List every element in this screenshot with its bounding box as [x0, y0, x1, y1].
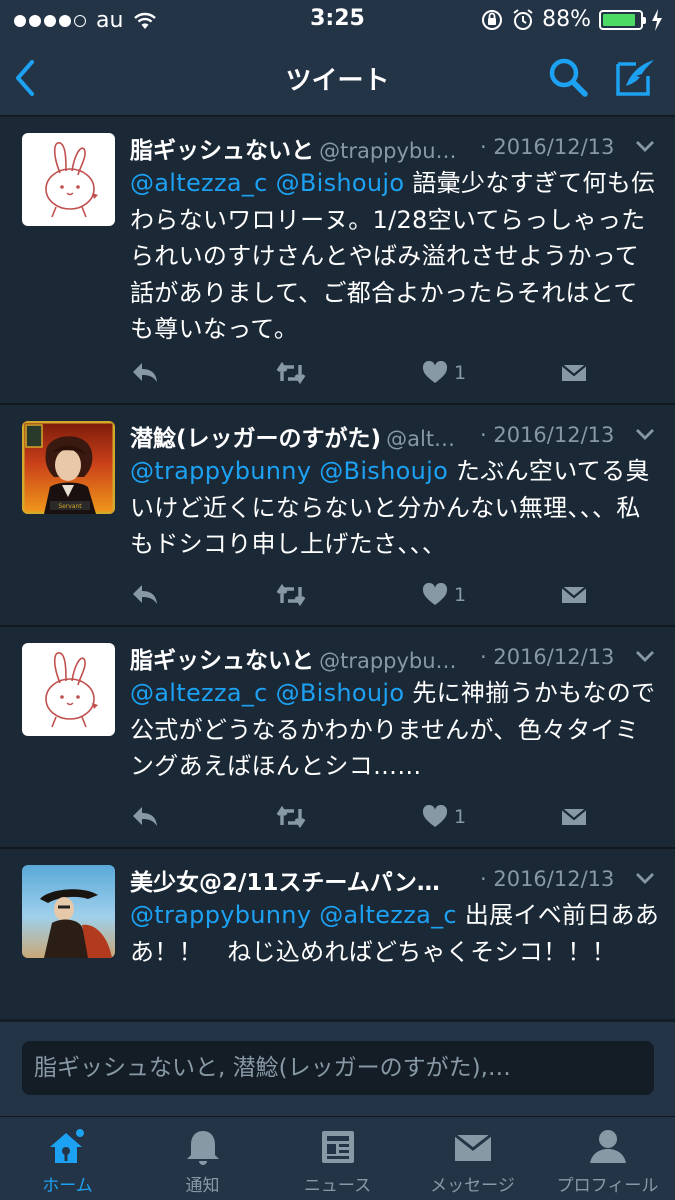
like-button[interactable]: 1 — [422, 801, 466, 833]
avatar[interactable] — [22, 865, 115, 958]
search-icon[interactable] — [547, 56, 589, 98]
display-name[interactable]: 脂ギッシュないと — [130, 648, 314, 674]
tweet-text: @altezza_c @Bishoujo 語彙少なすぎて何も伝わらないワロリーヌ… — [130, 165, 660, 348]
like-button[interactable]: 1 — [422, 579, 466, 611]
tweet-date: · 2016/12/13 — [480, 645, 615, 669]
tweet-item[interactable]: 美少女@2/11スチームパン… · 2016/12/13 @trappybunn… — [0, 849, 675, 1019]
dm-button[interactable] — [560, 357, 588, 389]
tweet-actions: 1 — [0, 357, 675, 389]
heart-icon — [422, 805, 448, 827]
status-right: 88% — [480, 7, 663, 32]
tab-notifications[interactable]: 通知 — [135, 1117, 270, 1200]
envelope-icon — [561, 364, 587, 381]
user-handle[interactable]: @trappybu… — [319, 139, 456, 163]
retweet-icon — [276, 361, 306, 385]
chevron-down-icon[interactable] — [634, 139, 656, 155]
tab-label: ニュース — [303, 1176, 372, 1196]
retweet-button[interactable] — [274, 801, 308, 833]
tweet-actions: 1 — [0, 801, 675, 833]
tweet-date: · 2016/12/13 — [480, 867, 615, 891]
tweet-text: @trappybunny @altezza_c 出展イベ前日あああ！！ ねじ込め… — [130, 897, 660, 970]
tab-home[interactable]: ホーム — [0, 1117, 135, 1200]
like-count: 1 — [454, 806, 467, 828]
reply-button[interactable] — [130, 357, 160, 389]
envelope-icon — [561, 586, 587, 603]
reply-icon — [133, 585, 157, 604]
avatar[interactable] — [22, 643, 115, 736]
user-handle[interactable]: @trappybu… — [319, 649, 456, 673]
envelope-icon — [561, 808, 587, 825]
tweet-item[interactable]: Servant 潜鯰(レッガーのすがた) @alt… · 2016/12/13 … — [0, 405, 675, 627]
tab-label: ホーム — [42, 1176, 93, 1196]
reply-input[interactable]: 脂ギッシュないと, 潜鯰(レッガーのすがた),… — [22, 1041, 654, 1095]
heart-icon — [422, 583, 448, 605]
tab-messages[interactable]: メッセージ — [405, 1117, 540, 1200]
tweet-date: · 2016/12/13 — [480, 135, 615, 159]
like-button[interactable]: 1 — [422, 357, 466, 389]
avatar-badge: Servant — [58, 503, 82, 510]
mention-link[interactable]: @altezza_c @Bishoujo — [130, 169, 404, 197]
bell-icon — [186, 1131, 219, 1165]
reply-icon — [133, 807, 157, 826]
reply-bar: 脂ギッシュないと, 潜鯰(レッガーのすがた),… — [0, 1022, 675, 1116]
tweet-actions: 1 — [0, 579, 675, 611]
tab-bar: ホーム 通知 ニュース メッセージ プロフィール — [0, 1116, 675, 1200]
bunny-avatar-image — [45, 142, 98, 218]
avatar[interactable] — [22, 133, 115, 226]
display-name[interactable]: 潜鯰(レッガーのすがた) — [130, 426, 381, 452]
tweet-item[interactable]: 脂ギッシュないと @trappybu… · 2016/12/13 @altezz… — [0, 117, 675, 405]
chevron-down-icon[interactable] — [634, 871, 656, 887]
character-avatar-image: Servant — [22, 421, 115, 514]
charging-icon — [652, 8, 662, 31]
nav-bar: ツイート — [0, 40, 675, 116]
envelope-icon — [453, 1133, 492, 1161]
dm-button[interactable] — [560, 579, 588, 611]
battery-percent: 88% — [542, 7, 591, 32]
chevron-down-icon[interactable] — [634, 427, 656, 443]
retweet-button[interactable] — [274, 357, 308, 389]
mention-link[interactable]: @trappybunny @altezza_c — [130, 901, 457, 929]
tab-label: プロフィール — [556, 1176, 659, 1196]
display-name[interactable]: 美少女@2/11スチームパン… — [130, 870, 440, 896]
tab-news[interactable]: ニュース — [270, 1117, 405, 1200]
battery-icon — [599, 9, 646, 30]
news-icon — [321, 1131, 354, 1163]
like-count: 1 — [454, 584, 467, 606]
status-bar: au 3:25 88% — [0, 0, 675, 40]
home-icon — [49, 1127, 86, 1163]
dm-button[interactable] — [560, 801, 588, 833]
display-name[interactable]: 脂ギッシュないと — [130, 138, 314, 164]
rotation-lock-icon — [482, 9, 503, 30]
reply-button[interactable] — [130, 579, 160, 611]
tab-label: メッセージ — [430, 1176, 515, 1196]
mention-link[interactable]: @trappybunny @Bishoujo — [130, 457, 448, 485]
reply-icon — [133, 363, 157, 382]
person-icon — [589, 1130, 626, 1163]
tweet-text: @altezza_c @Bishoujo 先に神揃うかもなので公式がどうなるかわ… — [130, 675, 660, 785]
user-handle[interactable]: @alt… — [386, 427, 455, 451]
retweet-icon — [276, 805, 306, 829]
retweet-button[interactable] — [274, 579, 308, 611]
reply-button[interactable] — [130, 801, 160, 833]
character-avatar-image — [40, 889, 112, 958]
tweet-text: @trappybunny @Bishoujo たぶん空いてる臭いけど近くにならな… — [130, 453, 660, 563]
chevron-down-icon[interactable] — [634, 649, 656, 665]
tweet-item[interactable]: 脂ギッシュないと @trappybu… · 2016/12/13 @altezz… — [0, 627, 675, 849]
tab-profile[interactable]: プロフィール — [540, 1117, 675, 1200]
tab-label: 通知 — [185, 1176, 220, 1196]
avatar[interactable]: Servant — [22, 421, 115, 514]
mention-link[interactable]: @altezza_c @Bishoujo — [130, 679, 404, 707]
tweet-date: · 2016/12/13 — [480, 423, 615, 447]
like-count: 1 — [454, 362, 467, 384]
heart-icon — [422, 361, 448, 383]
retweet-icon — [276, 583, 306, 607]
tweet-timeline: 脂ギッシュないと @trappybu… · 2016/12/13 @altezz… — [0, 117, 675, 1019]
bunny-avatar-image — [45, 652, 98, 728]
compose-icon[interactable] — [614, 56, 658, 98]
alarm-icon — [513, 8, 533, 30]
